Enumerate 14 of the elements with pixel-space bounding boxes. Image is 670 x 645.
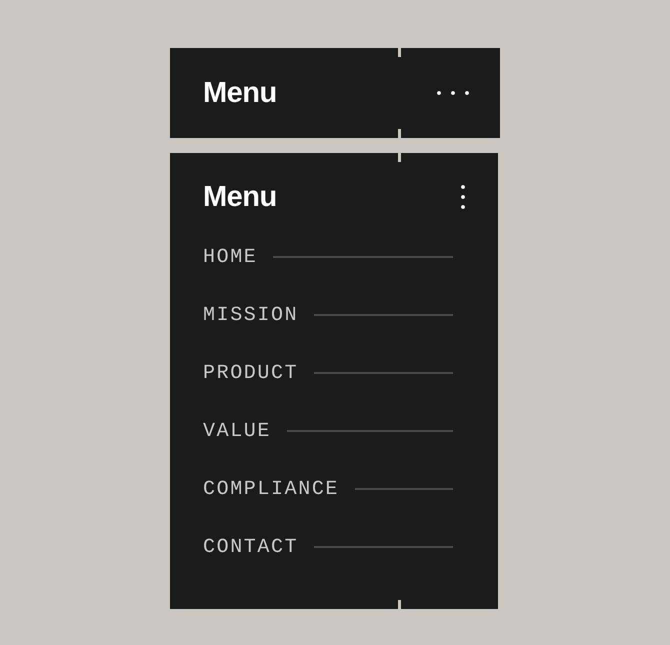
notch-mark xyxy=(398,153,401,162)
menu-link[interactable]: HOME xyxy=(203,246,258,268)
menu-link[interactable]: PRODUCT xyxy=(203,362,298,384)
menu-link[interactable]: COMPLIANCE xyxy=(203,478,340,500)
menu-title: Menu xyxy=(203,180,277,214)
menu-link[interactable]: CONTACT xyxy=(203,536,298,558)
more-icon[interactable] xyxy=(460,184,466,210)
notch-mark xyxy=(398,48,401,57)
menu-link[interactable]: MISSION xyxy=(203,304,298,326)
more-icon[interactable] xyxy=(436,90,470,96)
notch-mark xyxy=(398,600,401,609)
menu-link[interactable]: VALUE xyxy=(203,420,272,442)
menu-title: Menu xyxy=(203,76,277,110)
notch-mark xyxy=(398,129,401,138)
